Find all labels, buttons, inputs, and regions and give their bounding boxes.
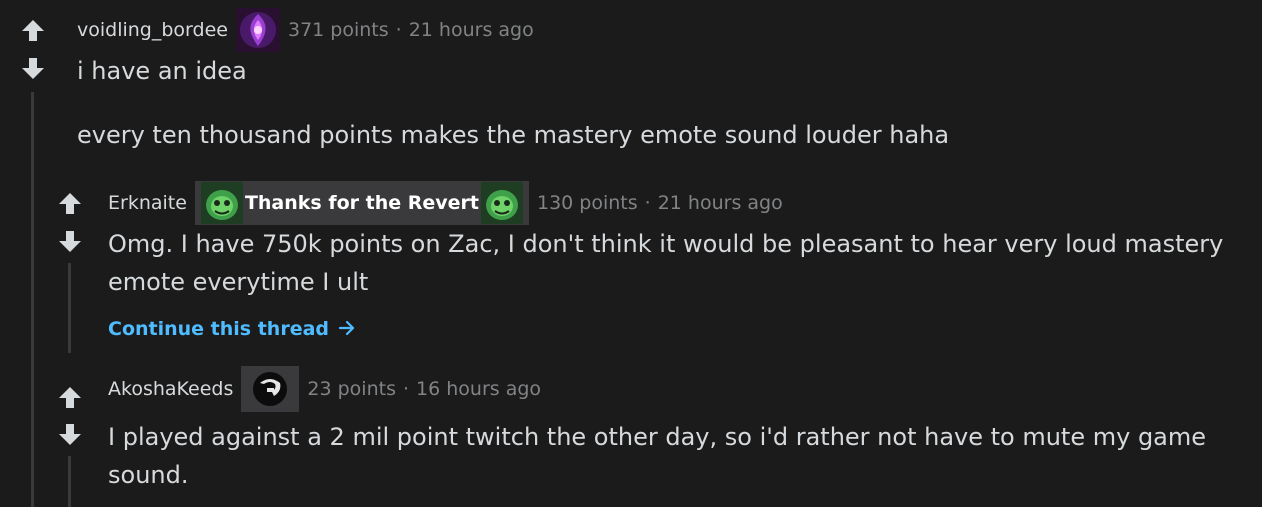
upvote-icon[interactable] bbox=[57, 190, 83, 216]
upvote-icon[interactable] bbox=[57, 384, 83, 410]
timestamp[interactable]: 21 hours ago bbox=[658, 192, 783, 214]
points-count: 371 points bbox=[287, 19, 389, 41]
points-count: 23 points bbox=[307, 378, 396, 400]
downvote-icon[interactable] bbox=[20, 56, 46, 82]
author-name[interactable]: Erknaite bbox=[108, 192, 187, 214]
comment-paragraph: every ten thousand points makes the mast… bbox=[77, 121, 950, 149]
comment-paragraph: i have an idea bbox=[77, 57, 247, 85]
timestamp[interactable]: 21 hours ago bbox=[409, 19, 534, 41]
timestamp[interactable]: 16 hours ago bbox=[416, 378, 541, 400]
flair-text: Thanks for the Revert bbox=[244, 192, 479, 214]
zac-icon bbox=[200, 182, 243, 224]
comment-meta: Erknaite Thanks for the Revert 130 point… bbox=[108, 181, 783, 225]
upvote-icon[interactable] bbox=[20, 17, 46, 43]
separator-dot: · bbox=[644, 192, 651, 214]
comment-paragraph: Omg. I have 750k points on Zac, I don't … bbox=[108, 230, 1224, 296]
author-name[interactable]: AkoshaKeeds bbox=[108, 378, 233, 400]
points-count: 130 points bbox=[537, 192, 638, 214]
downvote-icon[interactable] bbox=[57, 422, 83, 448]
thread-collapse-line[interactable] bbox=[68, 456, 71, 507]
downvote-icon[interactable] bbox=[57, 229, 83, 255]
separator-dot: · bbox=[402, 378, 410, 400]
comment-meta: voidling_bordee 371 points · 21 hours ag… bbox=[77, 8, 534, 52]
thread-collapse-line[interactable] bbox=[31, 92, 34, 507]
zac-icon bbox=[481, 182, 523, 224]
arrow-right-icon bbox=[338, 319, 356, 342]
separator-dot: · bbox=[395, 19, 402, 41]
thread-collapse-line[interactable] bbox=[68, 263, 71, 353]
team-logo-icon bbox=[241, 366, 300, 412]
continue-thread-label: Continue this thread bbox=[108, 318, 330, 340]
comment-paragraph: I played against a 2 mil point twitch th… bbox=[108, 423, 1207, 489]
void-champion-icon bbox=[235, 8, 280, 52]
comment-meta: AkoshaKeeds 23 points · 16 hours ago bbox=[108, 366, 541, 412]
author-name[interactable]: voidling_bordee bbox=[77, 19, 228, 41]
comment-thread: voidling_bordee 371 points · 21 hours ag… bbox=[0, 0, 1262, 507]
continue-thread-link[interactable]: Continue this thread bbox=[108, 318, 356, 342]
user-flair: Thanks for the Revert bbox=[194, 181, 529, 225]
